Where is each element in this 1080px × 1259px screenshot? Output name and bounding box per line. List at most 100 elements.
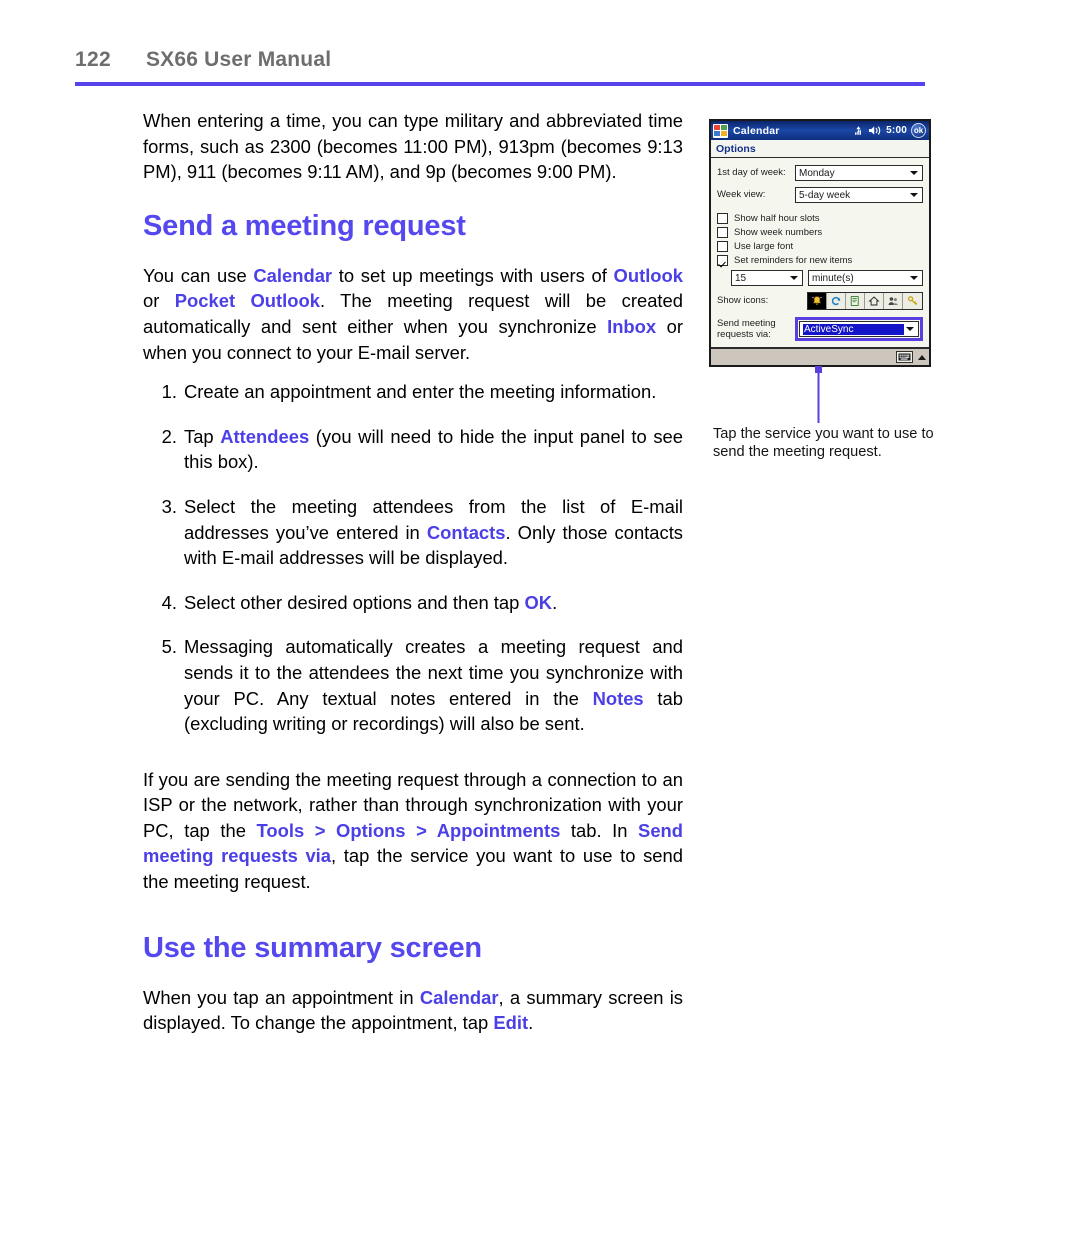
page-number: 122	[75, 48, 111, 71]
inline-ref-calendar: Calendar	[419, 986, 499, 1008]
inline-ref-contacts: Contacts	[426, 521, 506, 543]
inline-ref-tools-options-appointments: Tools > Options > Appointments	[256, 819, 561, 841]
text-run: Create an appointment and enter the meet…	[184, 381, 657, 403]
running-header: 122 SX66 User Manual	[75, 48, 925, 72]
options-label: Options	[716, 142, 756, 155]
inline-ref-pocket-outlook: Pocket Outlook	[174, 290, 320, 312]
inline-ref-inbox: Inbox	[607, 315, 657, 337]
pda-options-bar: Options	[711, 140, 929, 158]
inline-ref-outlook: Outlook	[613, 264, 683, 286]
step-number: 4.	[161, 591, 177, 613]
reminder-lead-time-row: 15 minute(s)	[731, 270, 923, 286]
content-column: When entering a time, you can type milit…	[143, 108, 683, 1036]
manual-title: SX66 User Manual	[145, 48, 332, 71]
status-clock: 5:00	[886, 125, 907, 136]
isp-paragraph: If you are sending the meeting request t…	[143, 767, 683, 895]
label-line-1: Send meeting	[717, 318, 776, 329]
select-value: Monday	[799, 167, 835, 179]
text-run: .	[552, 591, 558, 613]
checkbox-label: Show half hour slots	[734, 213, 820, 224]
inline-ref-attendees: Attendees	[220, 425, 310, 447]
checkbox-set-reminders-for-new-items[interactable]: Set reminders for new items	[717, 255, 923, 266]
pda-options-form: 1st day of week: Monday Week view: 5-day…	[711, 158, 929, 347]
checkbox-label: Set reminders for new items	[734, 255, 853, 266]
list-item: 5. Messaging automatically creates a meet…	[143, 634, 683, 736]
checkbox-label: Show week numbers	[734, 227, 823, 238]
section1-intro-paragraph: You can use Calendar to set up meetings …	[143, 263, 683, 365]
header-rule	[75, 82, 925, 86]
text-run: to set up meetings with users of	[332, 264, 614, 286]
chevron-down-icon	[910, 276, 918, 280]
checkbox-box-checked[interactable]	[717, 255, 728, 266]
private-key-icon[interactable]	[903, 293, 922, 309]
text-run: tab. In	[560, 819, 639, 841]
inline-ref-notes: Notes	[592, 687, 644, 709]
reminder-bell-icon[interactable]	[808, 293, 827, 309]
checkbox-box[interactable]	[717, 213, 728, 224]
text-run: .	[528, 1012, 534, 1034]
chevron-down-icon	[910, 193, 918, 197]
speaker-icon[interactable]	[868, 125, 882, 136]
step-number: 5.	[161, 636, 177, 658]
list-item: 3. Select the meeting attendees from the …	[143, 494, 683, 571]
callout-highlight: ActiveSync	[795, 317, 923, 341]
label-line-2: requests via:	[717, 329, 771, 340]
text-run: or	[143, 290, 175, 312]
signal-icon[interactable]	[853, 125, 864, 136]
chevron-down-icon	[906, 327, 914, 331]
field-week-view: Week view: 5-day week	[717, 187, 923, 203]
select-value: 15	[735, 272, 747, 284]
text-run: You can use	[143, 264, 254, 286]
checkbox-use-large-font[interactable]: Use large font	[717, 241, 923, 252]
text-run: Tap	[184, 425, 221, 447]
manual-page: 122 SX66 User Manual When entering a tim…	[0, 0, 1080, 1259]
pda-title-bar: Calendar 5:00 ok	[711, 121, 929, 140]
pda-screenshot-figure: Calendar 5:00 ok Options 1st day of week…	[709, 119, 931, 367]
input-panel-keyboard-icon[interactable]	[896, 351, 913, 363]
checkbox-box[interactable]	[717, 241, 728, 252]
reminder-unit-select[interactable]: minute(s)	[808, 270, 923, 286]
callout-leader-line	[815, 366, 822, 423]
windows-flag-icon[interactable]	[713, 123, 728, 138]
week-view-select[interactable]: 5-day week	[795, 187, 923, 203]
select-value: ActiveSync	[803, 323, 904, 335]
section-heading-use-summary-screen: Use the summary screen	[143, 931, 482, 964]
step-number: 3.	[161, 495, 177, 517]
checkbox-show-week-numbers[interactable]: Show week numbers	[717, 227, 923, 238]
inline-ref-calendar: Calendar	[253, 264, 333, 286]
select-value: 5-day week	[799, 189, 851, 201]
numbered-steps-list: 1. Create an appointment and enter the me…	[143, 379, 683, 737]
show-icons-row: Show icons:	[717, 292, 923, 310]
note-icon[interactable]	[846, 293, 865, 309]
attendees-icon[interactable]	[884, 293, 903, 309]
recurrence-icon[interactable]	[827, 293, 846, 309]
first-day-of-week-select[interactable]: Monday	[795, 165, 923, 181]
ok-button[interactable]: ok	[911, 123, 926, 138]
intro-paragraph: When entering a time, you can type milit…	[143, 110, 683, 183]
chevron-up-icon[interactable]	[918, 354, 926, 360]
show-icons-label: Show icons:	[717, 295, 769, 306]
location-home-icon[interactable]	[865, 293, 884, 309]
send-meeting-requests-via-select[interactable]: ActiveSync	[799, 321, 919, 337]
checkbox-label: Use large font	[734, 241, 794, 252]
list-item: 4. Select other desired options and then …	[143, 590, 683, 616]
section-heading-send-meeting-request: Send a meeting request	[143, 209, 466, 242]
checkbox-box[interactable]	[717, 227, 728, 238]
reminder-amount-select[interactable]: 15	[731, 270, 803, 286]
send-meeting-requests-via-row: Send meeting requests via: ActiveSync	[717, 317, 923, 341]
figure-caption: Tap the service you want to use to send …	[713, 426, 934, 460]
section2-paragraph: When you tap an appointment in Calendar,…	[143, 985, 683, 1036]
chevron-down-icon	[910, 171, 918, 175]
pda-device-screen: Calendar 5:00 ok Options 1st day of week…	[709, 119, 931, 367]
field-first-day-of-week: 1st day of week: Monday	[717, 165, 923, 181]
show-icons-toolbar	[807, 292, 923, 310]
inline-ref-ok: OK	[524, 591, 553, 613]
text-run: When you tap an appointment in	[143, 986, 420, 1008]
list-item: 2. Tap Attendees (you will need to hide t…	[143, 424, 683, 475]
list-item: 1. Create an appointment and enter the me…	[143, 379, 683, 405]
select-value: minute(s)	[812, 272, 854, 284]
inline-ref-edit: Edit	[493, 1012, 529, 1034]
checkbox-show-half-hour-slots[interactable]: Show half hour slots	[717, 213, 923, 224]
step-number: 1.	[161, 381, 177, 403]
chevron-down-icon	[790, 276, 798, 280]
